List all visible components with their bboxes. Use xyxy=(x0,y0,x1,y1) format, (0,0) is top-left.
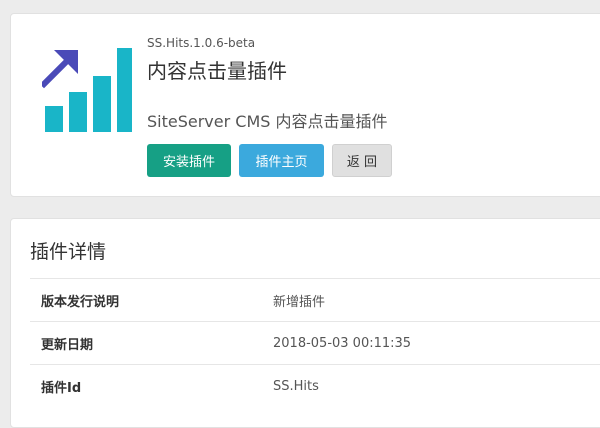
table-row: 更新日期 2018-05-03 00:11:35 xyxy=(30,321,600,365)
detail-value: 2018-05-03 00:11:35 xyxy=(273,335,412,351)
plugin-description: SiteServer CMS 内容点击量插件 xyxy=(147,112,388,131)
install-plugin-button[interactable]: 安装插件 xyxy=(147,144,231,177)
bar-chart-up-icon xyxy=(42,48,132,132)
details-table: 版本发行说明 新增插件 更新日期 2018-05-03 00:11:35 插件I… xyxy=(30,278,600,408)
detail-value: SS.Hits xyxy=(273,378,319,394)
details-heading: 插件详情 xyxy=(30,241,107,263)
table-row: 插件Id SS.Hits xyxy=(30,364,600,408)
detail-key: 版本发行说明 xyxy=(41,294,120,310)
detail-value: 新增插件 xyxy=(273,294,326,310)
plugin-homepage-button[interactable]: 插件主页 xyxy=(239,144,324,177)
plugin-details-card: 插件详情 版本发行说明 新增插件 更新日期 2018-05-03 00:11:3… xyxy=(10,218,600,428)
plugin-info-card: SS.Hits.1.0.6-beta 内容点击量插件 SiteServer CM… xyxy=(10,13,600,197)
back-button[interactable]: 返 回 xyxy=(332,144,392,177)
plugin-title: 内容点击量插件 xyxy=(147,59,287,83)
plugin-version: SS.Hits.1.0.6-beta xyxy=(147,36,256,50)
detail-key: 插件Id xyxy=(41,380,82,396)
detail-key: 更新日期 xyxy=(41,337,94,353)
table-row: 版本发行说明 新增插件 xyxy=(30,278,600,322)
